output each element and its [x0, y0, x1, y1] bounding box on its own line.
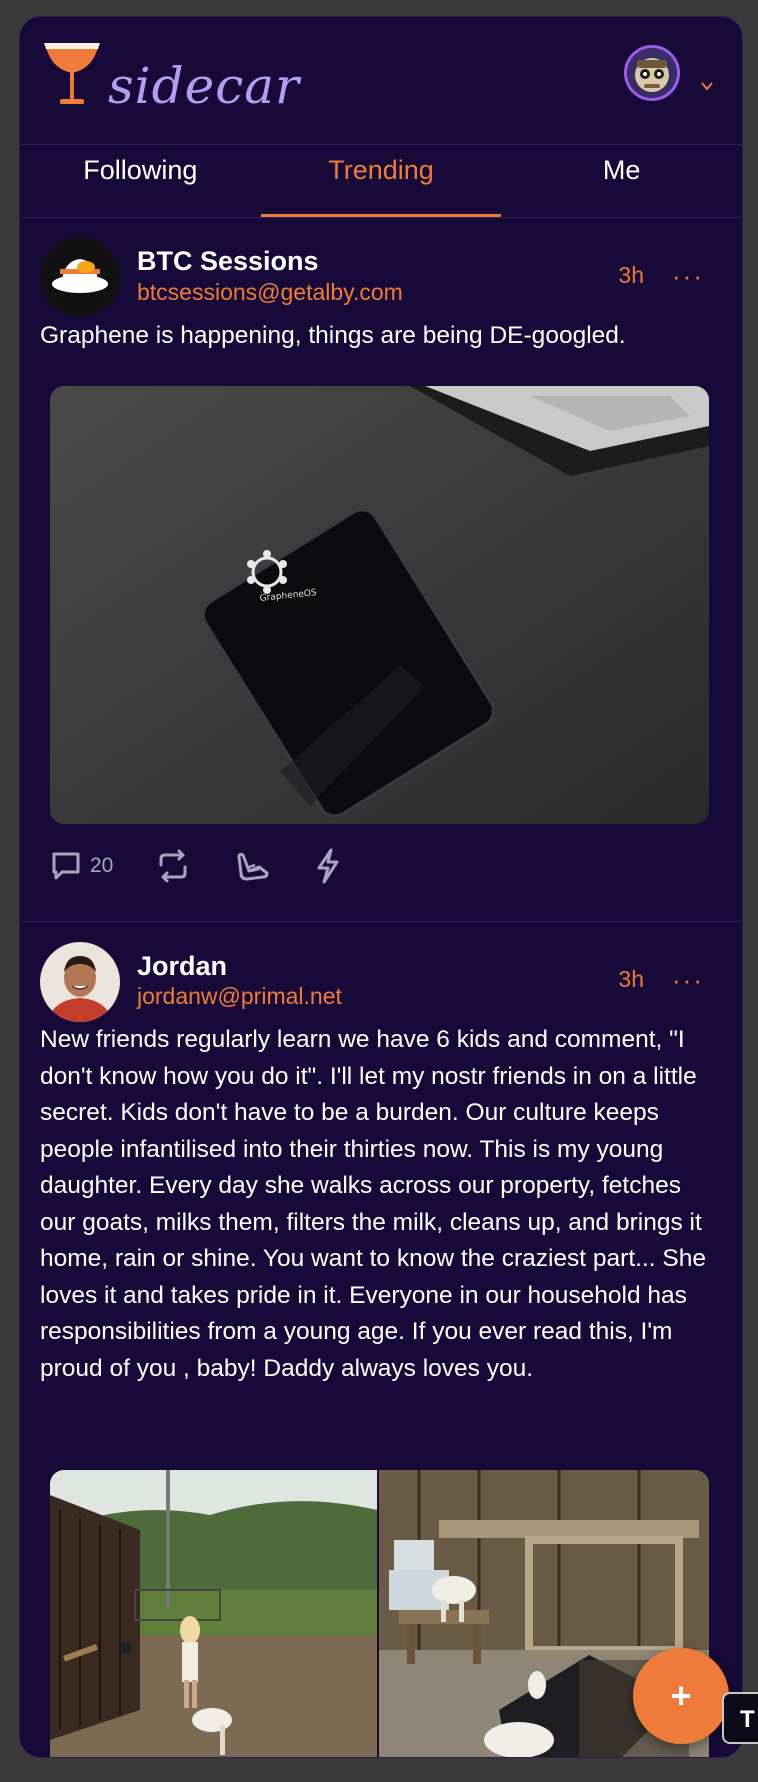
post-card: Jordan jordanw@primal.net 3h ··· New fri… — [20, 922, 742, 1757]
app-header: sidecar — [20, 17, 742, 145]
avatar — [627, 48, 677, 98]
reply-button[interactable]: 20 — [50, 850, 113, 882]
chevron-down-icon[interactable] — [700, 75, 714, 95]
post-actions: 20 — [50, 848, 343, 884]
post-card: BTC Sessions btcsessions@getalby.com 3h … — [20, 218, 742, 922]
shaka-icon — [237, 852, 269, 881]
post-image[interactable]: GrapheneOS — [50, 386, 709, 824]
post-content: New friends regularly learn we have 6 ki… — [40, 1026, 706, 1382]
more-options-button[interactable]: ··· — [672, 967, 704, 993]
more-options-button[interactable]: ··· — [672, 263, 704, 289]
shaka-reaction-button[interactable] — [233, 849, 271, 883]
zap-button[interactable] — [313, 848, 343, 884]
post-image-grid — [50, 1470, 709, 1757]
tab-trending[interactable]: Trending — [260, 145, 502, 217]
side-panel-button[interactable]: T — [722, 1692, 758, 1744]
app-frame: sidecar Following Trending Me BTC Sessio… — [19, 16, 743, 1758]
avatar[interactable] — [40, 237, 120, 317]
post-image[interactable] — [50, 1470, 377, 1757]
logo-text: sidecar — [108, 57, 300, 115]
author-handle[interactable]: btcsessions@getalby.com — [137, 279, 403, 306]
author-name[interactable]: Jordan — [137, 951, 227, 982]
feed-tabs: Following Trending Me — [20, 145, 742, 218]
reply-icon — [52, 852, 80, 880]
repost-icon — [159, 849, 187, 883]
post-time: 3h — [618, 966, 644, 992]
author-name[interactable]: BTC Sessions — [137, 246, 319, 277]
sidecar-logo[interactable]: sidecar — [42, 41, 300, 111]
tab-me[interactable]: Me — [501, 145, 742, 217]
reply-count: 20 — [90, 854, 114, 877]
tab-following[interactable]: Following — [20, 145, 261, 217]
author-handle[interactable]: jordanw@primal.net — [137, 983, 342, 1010]
lightning-icon — [317, 848, 339, 884]
cocktail-glass-icon — [44, 43, 100, 104]
new-post-button[interactable]: + — [633, 1648, 729, 1744]
post-content: Graphene is happening, things are being … — [40, 322, 626, 349]
post-time: 3h — [618, 262, 644, 288]
repost-button[interactable] — [155, 849, 191, 883]
avatar[interactable] — [40, 942, 120, 1022]
user-avatar-button[interactable] — [624, 45, 680, 101]
